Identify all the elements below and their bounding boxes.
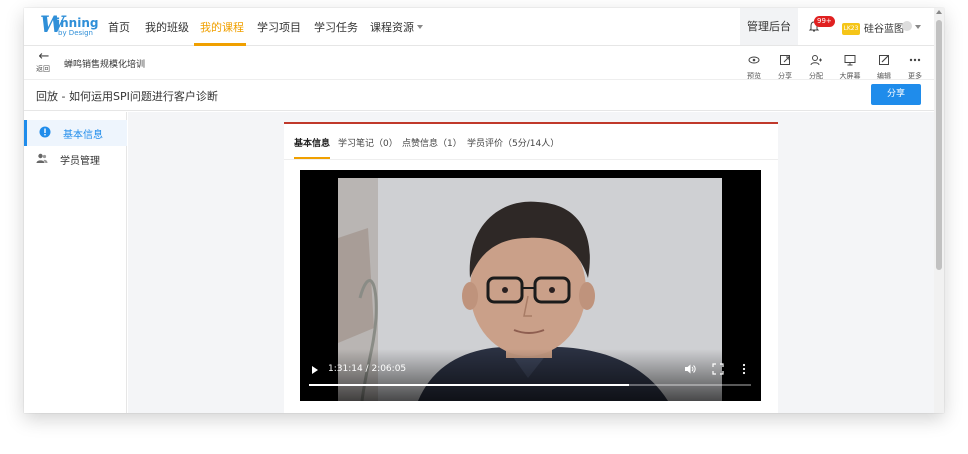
nav-item-my-courses[interactable]: 我的课程: [200, 19, 244, 35]
tab-basic-info[interactable]: 基本信息: [294, 136, 330, 149]
tab-likes-info[interactable]: 点赞信息（1）: [402, 136, 462, 149]
top-nav: W inning by Design 首页 我的班级 我的课程 学习项目 学习任…: [24, 8, 934, 46]
app-window: W inning by Design 首页 我的班级 我的课程 学习项目 学习任…: [24, 8, 944, 413]
video-progress-fill: [309, 384, 629, 386]
detail-panel: 基本信息 学习笔记（0） 点赞信息（1） 学员评价（5分/14人） 1:31:1…: [284, 122, 778, 413]
fullscreen-icon[interactable]: [712, 363, 724, 375]
arrow-left-icon: ←: [38, 49, 50, 64]
logo[interactable]: W inning by Design: [40, 12, 99, 40]
eye-icon: [748, 56, 760, 64]
sidebar-item-basic-info[interactable]: 基本信息: [24, 120, 127, 146]
page-scrollbar[interactable]: [934, 8, 944, 413]
monitor-icon: [844, 55, 856, 66]
share-tool-button[interactable]: 分享: [773, 52, 797, 81]
title-bar: 回放 - 如何运用SPI问题进行客户诊断 分享: [24, 80, 934, 111]
notification-badge: 99+: [814, 16, 835, 27]
share-icon: [780, 55, 790, 65]
edit-button[interactable]: 编辑: [872, 52, 896, 81]
nav-item-learning-projects[interactable]: 学习项目: [257, 19, 301, 35]
tab-student-reviews[interactable]: 学员评价（5分/14人）: [467, 136, 559, 149]
preview-button[interactable]: 预览: [742, 52, 766, 81]
assign-icon: [810, 55, 822, 66]
logo-subtext: by Design: [58, 29, 93, 37]
edit-icon: [879, 55, 889, 65]
scrollbar-thumb[interactable]: [936, 20, 942, 270]
nav-item-home[interactable]: 首页: [108, 19, 130, 35]
sidebar: 基本信息 学员管理: [24, 112, 127, 413]
assign-button[interactable]: 分配: [804, 52, 828, 81]
more-vertical-icon[interactable]: [741, 363, 747, 375]
video-time: 1:31:14 / 2:06:05: [328, 364, 407, 374]
scroll-up-arrow-icon[interactable]: [936, 10, 942, 14]
back-label: 返回: [36, 65, 50, 73]
sidebar-item-label: 基本信息: [63, 130, 103, 141]
sidebar-item-student-management[interactable]: 学员管理: [24, 146, 127, 172]
video-player[interactable]: 1:31:14 / 2:06:05: [300, 170, 761, 401]
users-icon: [36, 153, 48, 163]
back-button[interactable]: ← 返回: [36, 50, 52, 74]
nav-item-course-resources-label: 课程资源: [370, 21, 414, 34]
nav-item-my-class[interactable]: 我的班级: [145, 19, 189, 35]
sidebar-item-label: 学员管理: [60, 156, 100, 167]
org-logo-icon: LK23: [842, 23, 860, 35]
share-button[interactable]: 分享: [871, 84, 921, 105]
chevron-down-icon[interactable]: [915, 25, 921, 29]
admin-console-button[interactable]: 管理后台: [740, 8, 798, 45]
video-controls: [300, 349, 761, 401]
page-title: 回放 - 如何运用SPI问题进行客户诊断: [36, 90, 218, 103]
video-progress-bar[interactable]: [309, 384, 751, 386]
main-content: 基本信息 学习笔记（0） 点赞信息（1） 学员评价（5分/14人） 1:31:1…: [128, 112, 934, 413]
more-icon: [909, 58, 921, 62]
org-name[interactable]: 硅谷蓝图: [864, 20, 904, 35]
avatar[interactable]: [902, 21, 912, 31]
tab-active-underline: [294, 157, 330, 159]
nav-item-learning-tasks[interactable]: 学习任务: [314, 19, 358, 35]
tab-study-notes[interactable]: 学习笔记（0）: [338, 136, 398, 149]
nav-item-course-resources[interactable]: 课程资源: [370, 19, 423, 35]
big-screen-button[interactable]: 大屏幕: [838, 52, 862, 81]
course-toolbar: ← 返回 蝉鸣销售规模化培训 预览 分享 分配 大屏幕 编辑 更多: [24, 46, 934, 80]
detail-tabs: 基本信息 学习笔记（0） 点赞信息（1） 学员评价（5分/14人）: [284, 124, 778, 160]
more-button[interactable]: 更多: [903, 52, 927, 81]
course-name: 蝉鸣销售规模化培训: [64, 60, 146, 70]
logo-text: inning: [56, 16, 99, 30]
info-icon: [39, 126, 51, 138]
chevron-down-icon: [417, 25, 423, 29]
play-icon[interactable]: [312, 366, 318, 374]
volume-icon[interactable]: [684, 363, 696, 375]
